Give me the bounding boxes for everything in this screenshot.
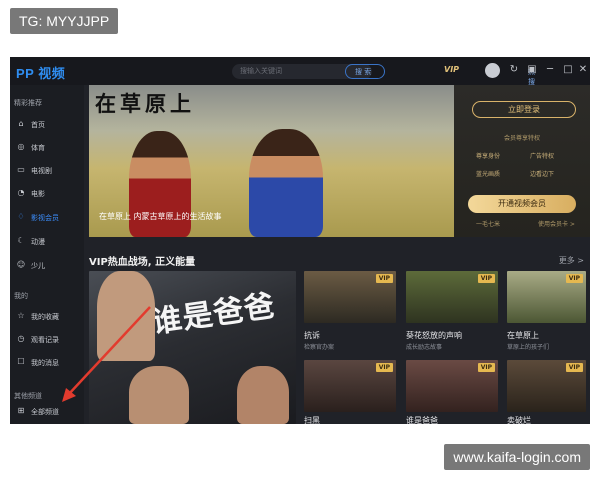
annotation-arrow-icon bbox=[62, 306, 151, 402]
watermark-top: TG: MYYJJPP bbox=[10, 8, 119, 34]
pp-video-window: PP 视频 搜输入关键词 热搜榜 搜 索 VIP ↻ ▣ ─ □ ✕ 精彩推荐 … bbox=[10, 57, 590, 424]
watermark-bottom: www.kaifa-login.com bbox=[444, 444, 590, 470]
